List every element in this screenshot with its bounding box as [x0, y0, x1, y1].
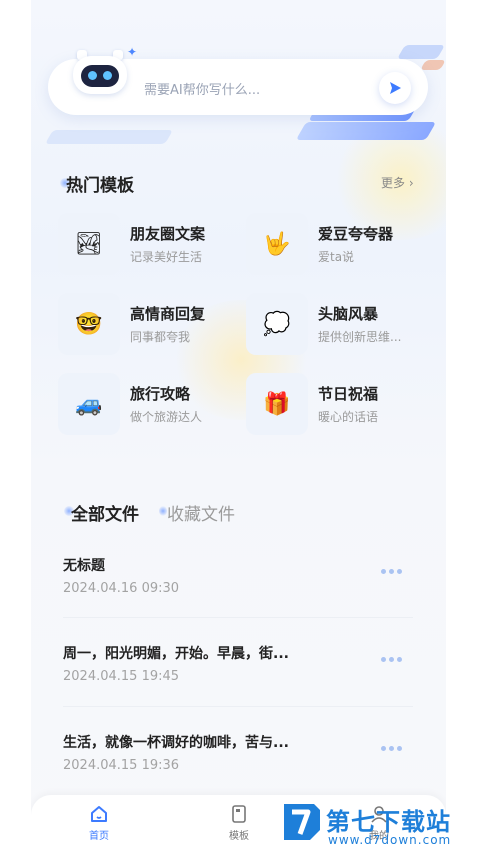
more-label: 更多 — [381, 176, 406, 190]
template-subtitle: 提供创新思维... — [318, 330, 402, 344]
template-subtitle: 做个旅游达人 — [130, 410, 203, 424]
more-options-icon[interactable] — [381, 657, 402, 662]
file-title: 周一，阳光明媚，开始。早晨，街... — [63, 646, 289, 662]
hot-templates-title: 热门模板 — [66, 176, 134, 196]
file-item[interactable]: 无标题 2024.04.16 09:30 — [63, 555, 413, 625]
template-title: 节日祝福 — [318, 385, 379, 403]
template-card-idol-praise[interactable]: 🤟 爱豆夸夸器 爱ta说 — [246, 213, 421, 275]
file-item[interactable]: 生活，就像一杯调好的咖啡，苦与... 2024.04.15 19:36 — [63, 732, 413, 802]
template-card-holiday-wishes[interactable]: 🎁 节日祝福 暖心的话语 — [246, 373, 421, 435]
robot-eye — [103, 71, 112, 80]
template-title: 朋友圈文案 — [130, 225, 206, 243]
sparkle-icon: ✦ — [127, 45, 138, 59]
decor-stripe — [295, 122, 437, 140]
rock-hand-icon: 🤟 — [246, 213, 308, 275]
robot-head — [73, 56, 127, 94]
chevron-right-icon: › — [408, 176, 414, 190]
tab-all-files[interactable]: 全部文件 — [71, 500, 139, 525]
send-button[interactable] — [379, 72, 411, 104]
watermark-logo-icon — [284, 804, 320, 840]
nav-templates[interactable]: 模板 — [209, 803, 269, 842]
nav-home[interactable]: 首页 — [69, 803, 129, 842]
more-options-icon[interactable] — [381, 746, 402, 751]
template-title: 旅行攻略 — [130, 385, 191, 403]
tab-accent-dot — [159, 506, 167, 516]
file-title: 生活，就像一杯调好的咖啡，苦与... — [63, 735, 289, 751]
landscape-icon: 🏞 — [58, 213, 120, 275]
tab-favorite-files[interactable]: 收藏文件 — [167, 500, 235, 525]
template-subtitle: 记录美好生活 — [130, 250, 203, 264]
template-card-brainstorm[interactable]: 💭 头脑风暴 提供创新思维... — [246, 293, 421, 355]
file-title: 无标题 — [63, 558, 105, 574]
nav-templates-label: 模板 — [229, 831, 249, 842]
decor-stripe — [44, 130, 174, 144]
divider — [63, 706, 413, 707]
decor-stripe — [420, 60, 446, 70]
nerd-face-icon: 🤓 — [58, 293, 120, 355]
ai-robot-icon — [71, 50, 129, 96]
send-icon — [390, 82, 401, 94]
file-item[interactable]: 周一，阳光明媚，开始。早晨，街... 2024.04.15 19:45 — [63, 643, 413, 713]
divider — [63, 617, 413, 618]
watermark-url: www.d7down.com — [328, 833, 452, 847]
file-date: 2024.04.15 19:36 — [63, 758, 180, 773]
gift-icon: 🎁 — [246, 373, 308, 435]
template-card-eq-reply[interactable]: 🤓 高情商回复 同事都夸我 — [58, 293, 233, 355]
watermark-name: 第七下载站 — [326, 808, 451, 836]
template-card-moments[interactable]: 🏞 朋友圈文案 记录美好生活 — [58, 213, 233, 275]
more-templates-link[interactable]: 更多 › — [381, 174, 414, 191]
robot-eye — [88, 71, 97, 80]
template-title: 头脑风暴 — [318, 305, 379, 323]
thought-bubble-icon: 💭 — [246, 293, 308, 355]
template-subtitle: 同事都夸我 — [130, 330, 191, 344]
car-icon: 🚙 — [58, 373, 120, 435]
template-title: 爱豆夸夸器 — [318, 225, 394, 243]
robot-face — [81, 65, 119, 87]
ai-input-placeholder[interactable]: 需要AI帮你写什么... — [144, 79, 260, 98]
template-subtitle: 暖心的话语 — [318, 410, 379, 424]
app-screen: ✦ 需要AI帮你写什么... 热门模板 更多 › 🏞 朋友圈文案 记录美好生活 … — [31, 0, 446, 850]
nav-home-label: 首页 — [89, 831, 109, 842]
watermark: 第七下载站 www.d7down.com — [280, 800, 478, 850]
file-date: 2024.04.15 19:45 — [63, 669, 180, 684]
more-options-icon[interactable] — [381, 569, 402, 574]
file-date: 2024.04.16 09:30 — [63, 581, 180, 596]
decor-stripe — [396, 45, 446, 59]
home-icon — [69, 803, 129, 825]
document-icon — [209, 803, 269, 825]
template-card-travel[interactable]: 🚙 旅行攻略 做个旅游达人 — [58, 373, 233, 435]
template-subtitle: 爱ta说 — [318, 250, 355, 264]
template-title: 高情商回复 — [130, 305, 206, 323]
